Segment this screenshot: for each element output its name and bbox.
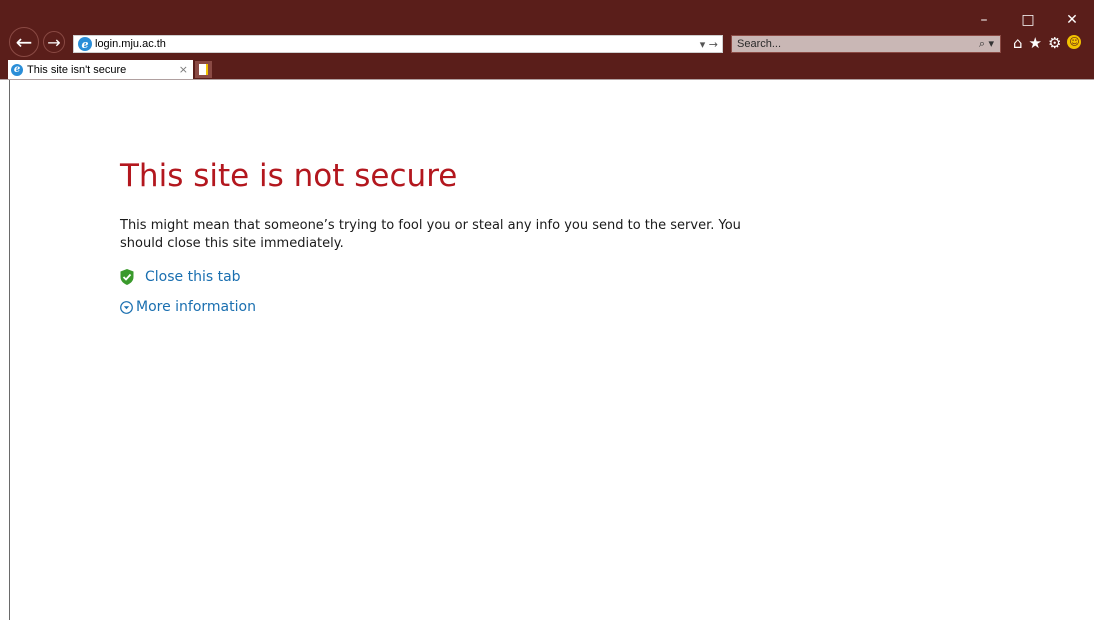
home-icon[interactable]: ⌂ bbox=[1013, 34, 1023, 52]
more-information-label[interactable]: More information bbox=[136, 299, 256, 315]
page-title: This site is not secure bbox=[120, 158, 458, 194]
new-tab-button[interactable] bbox=[195, 61, 212, 78]
back-button[interactable]: ← bbox=[9, 27, 39, 57]
title-bar: – □ ✕ ← → e login.mju.ac.th ▾ → Search..… bbox=[0, 0, 1094, 58]
tab-ie-icon: e bbox=[11, 63, 23, 76]
forward-button[interactable]: → bbox=[43, 31, 65, 53]
window-left-border bbox=[9, 80, 10, 620]
search-input[interactable]: Search... ⌕ ▾ bbox=[731, 35, 1001, 53]
address-bar[interactable]: e login.mju.ac.th ▾ → bbox=[73, 35, 723, 53]
maximize-button[interactable]: □ bbox=[1006, 8, 1050, 32]
more-information-link[interactable]: More information bbox=[120, 299, 760, 315]
favorites-icon[interactable]: ★ bbox=[1029, 34, 1042, 52]
feedback-smiley-icon[interactable]: ☺ bbox=[1067, 35, 1082, 49]
close-window-button[interactable]: ✕ bbox=[1050, 8, 1094, 32]
chevron-down-icon bbox=[120, 300, 133, 314]
minimize-button[interactable]: – bbox=[962, 8, 1006, 32]
browser-window: – □ ✕ ← → e login.mju.ac.th ▾ → Search..… bbox=[0, 0, 1094, 620]
tab-strip: e This site isn't secure × bbox=[0, 58, 1094, 79]
window-controls: – □ ✕ bbox=[962, 8, 1094, 32]
address-go-icon[interactable]: ▾ → bbox=[700, 38, 718, 51]
gear-icon[interactable]: ⚙ bbox=[1048, 34, 1061, 52]
close-this-tab-link[interactable]: Close this tab bbox=[120, 269, 760, 285]
ie-icon: e bbox=[78, 37, 92, 51]
shield-icon bbox=[120, 269, 134, 285]
error-page: This site is not secure This might mean … bbox=[120, 150, 760, 315]
close-tab-icon[interactable]: × bbox=[179, 63, 188, 76]
tab-label: This site isn't secure bbox=[27, 63, 127, 76]
warning-description: This might mean that someone’s trying to… bbox=[120, 218, 741, 251]
search-icon[interactable]: ⌕ ▾ bbox=[979, 37, 994, 51]
tab-active[interactable]: e This site isn't secure × bbox=[8, 60, 193, 79]
address-url[interactable]: login.mju.ac.th bbox=[95, 38, 166, 50]
chrome-divider bbox=[0, 79, 1094, 80]
new-tab-icon bbox=[199, 64, 208, 75]
search-placeholder: Search... bbox=[737, 38, 782, 50]
close-this-tab-label[interactable]: Close this tab bbox=[145, 269, 241, 285]
toolbar-icons: ⌂ ★ ⚙ ☺ bbox=[1013, 34, 1082, 52]
